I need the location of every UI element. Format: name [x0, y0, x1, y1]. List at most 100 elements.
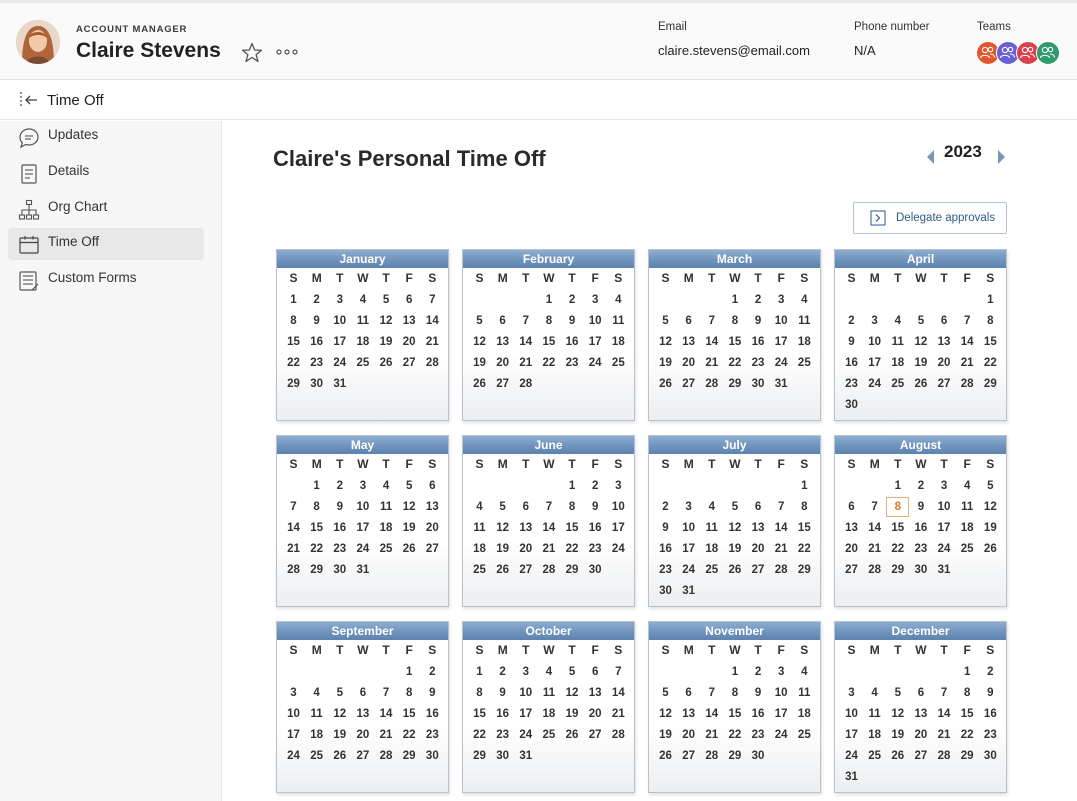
calendar-day[interactable]: 4	[793, 290, 816, 310]
calendar-day[interactable]: 23	[747, 725, 770, 745]
calendar-day[interactable]: 1	[793, 476, 816, 496]
email-value[interactable]: claire.stevens@email.com	[658, 43, 810, 58]
calendar-day[interactable]: 15	[282, 332, 305, 352]
calendar-day[interactable]: 9	[747, 683, 770, 703]
calendar-day[interactable]: 5	[328, 683, 351, 703]
calendar-day[interactable]: 3	[282, 683, 305, 703]
calendar-day[interactable]: 6	[491, 311, 514, 331]
calendar-day[interactable]: 27	[514, 560, 537, 580]
calendar-day[interactable]: 6	[351, 683, 374, 703]
calendar-day[interactable]: 1	[956, 662, 979, 682]
calendar-day[interactable]: 9	[305, 311, 328, 331]
calendar-day[interactable]: 23	[561, 353, 584, 373]
calendar-day[interactable]: 22	[793, 539, 816, 559]
calendar-day[interactable]: 15	[723, 332, 746, 352]
calendar-day[interactable]: 15	[561, 518, 584, 538]
calendar-day[interactable]: 16	[584, 518, 607, 538]
calendar-day[interactable]: 24	[770, 353, 793, 373]
calendar-day[interactable]: 23	[421, 725, 444, 745]
calendar-day[interactable]: 12	[723, 518, 746, 538]
calendar-day[interactable]: 30	[328, 560, 351, 580]
calendar-day[interactable]: 26	[491, 560, 514, 580]
calendar-day[interactable]: 18	[375, 518, 398, 538]
calendar-day[interactable]: 26	[375, 353, 398, 373]
calendar-day[interactable]: 19	[654, 725, 677, 745]
calendar-day[interactable]: 21	[863, 539, 886, 559]
calendar-day[interactable]: 1	[723, 290, 746, 310]
calendar-day[interactable]: 7	[863, 497, 886, 517]
calendar-day[interactable]: 19	[328, 725, 351, 745]
calendar-day[interactable]: 14	[421, 311, 444, 331]
calendar-day[interactable]: 3	[840, 683, 863, 703]
calendar-day[interactable]: 27	[351, 746, 374, 766]
calendar-day[interactable]: 6	[421, 476, 444, 496]
calendar-day[interactable]: 11	[793, 683, 816, 703]
calendar-day[interactable]: 15	[956, 704, 979, 724]
calendar-day[interactable]: 13	[491, 332, 514, 352]
calendar-day[interactable]: 13	[840, 518, 863, 538]
calendar-day[interactable]: 3	[677, 497, 700, 517]
sidebar-item-updates[interactable]: Updates	[8, 121, 204, 153]
calendar-day[interactable]: 15	[398, 704, 421, 724]
calendar-day[interactable]: 18	[700, 539, 723, 559]
calendar-day[interactable]: 24	[933, 539, 956, 559]
calendar-day[interactable]: 5	[886, 683, 909, 703]
calendar-day[interactable]: 20	[933, 353, 956, 373]
calendar-day[interactable]: 9	[909, 497, 932, 517]
calendar-day[interactable]: 20	[677, 353, 700, 373]
calendar-day[interactable]: 7	[700, 311, 723, 331]
calendar-day[interactable]: 28	[956, 374, 979, 394]
calendar-day[interactable]: 19	[654, 353, 677, 373]
calendar-day[interactable]: 9	[979, 683, 1002, 703]
calendar-day[interactable]: 3	[933, 476, 956, 496]
calendar-day[interactable]: 3	[351, 476, 374, 496]
calendar-day[interactable]: 6	[840, 497, 863, 517]
calendar-day[interactable]: 8	[305, 497, 328, 517]
calendar-day[interactable]: 19	[979, 518, 1002, 538]
calendar-day[interactable]: 27	[421, 539, 444, 559]
calendar-day[interactable]: 18	[305, 725, 328, 745]
calendar-day[interactable]: 19	[909, 353, 932, 373]
calendar-day[interactable]: 16	[305, 332, 328, 352]
calendar-day[interactable]: 13	[514, 518, 537, 538]
calendar-day[interactable]: 16	[840, 353, 863, 373]
calendar-day[interactable]: 21	[700, 353, 723, 373]
calendar-day[interactable]: 7	[375, 683, 398, 703]
calendar-day[interactable]: 18	[956, 518, 979, 538]
calendar-day[interactable]: 4	[607, 290, 630, 310]
calendar-day[interactable]: 28	[770, 560, 793, 580]
calendar-day[interactable]: 2	[979, 662, 1002, 682]
calendar-day[interactable]: 30	[840, 395, 863, 415]
calendar-day[interactable]: 2	[654, 497, 677, 517]
calendar-day[interactable]: 13	[677, 332, 700, 352]
calendar-day[interactable]: 17	[514, 704, 537, 724]
calendar-day[interactable]: 27	[398, 353, 421, 373]
calendar-day[interactable]: 18	[793, 704, 816, 724]
calendar-day[interactable]: 27	[491, 374, 514, 394]
calendar-day[interactable]: 23	[909, 539, 932, 559]
calendar-day[interactable]: 29	[305, 560, 328, 580]
calendar-day[interactable]: 22	[979, 353, 1002, 373]
calendar-day[interactable]: 11	[956, 497, 979, 517]
calendar-day[interactable]: 11	[468, 518, 491, 538]
calendar-day[interactable]: 6	[747, 497, 770, 517]
calendar-day[interactable]: 10	[770, 311, 793, 331]
calendar-day[interactable]: 31	[514, 746, 537, 766]
calendar-day[interactable]: 10	[840, 704, 863, 724]
calendar-day[interactable]: 30	[584, 560, 607, 580]
calendar-day[interactable]: 25	[863, 746, 886, 766]
calendar-day[interactable]: 6	[514, 497, 537, 517]
calendar-day[interactable]: 26	[654, 746, 677, 766]
calendar-day[interactable]: 21	[956, 353, 979, 373]
calendar-day[interactable]: 4	[537, 662, 560, 682]
calendar-day[interactable]: 18	[607, 332, 630, 352]
calendar-day[interactable]: 18	[886, 353, 909, 373]
calendar-day[interactable]: 22	[561, 539, 584, 559]
calendar-day[interactable]: 4	[886, 311, 909, 331]
calendar-day-today[interactable]: 8	[886, 497, 910, 517]
calendar-day[interactable]: 8	[537, 311, 560, 331]
calendar-day[interactable]: 19	[375, 332, 398, 352]
calendar-day[interactable]: 8	[282, 311, 305, 331]
calendar-day[interactable]: 28	[514, 374, 537, 394]
calendar-day[interactable]: 18	[793, 332, 816, 352]
